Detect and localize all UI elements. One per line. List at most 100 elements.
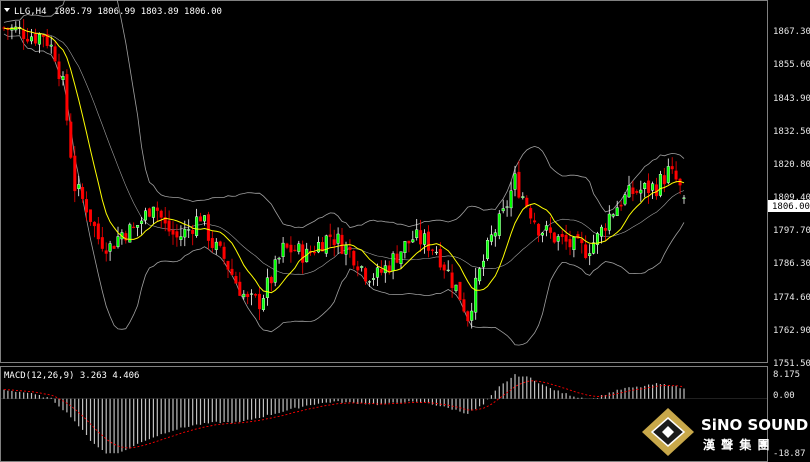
candle-body xyxy=(438,249,442,268)
candle-body xyxy=(206,214,210,241)
candle-body xyxy=(544,225,548,231)
candle-body xyxy=(69,121,73,158)
candle-body xyxy=(234,276,238,284)
candle-body xyxy=(517,171,521,198)
candle-body xyxy=(674,170,678,180)
candle-body xyxy=(541,232,545,236)
candle-body xyxy=(340,234,344,254)
candle-body xyxy=(627,185,631,198)
candle-body xyxy=(65,74,69,121)
price-tick: 1774.60 xyxy=(773,293,810,303)
candle-body xyxy=(167,220,171,232)
candle-body xyxy=(61,76,65,81)
candle-body xyxy=(53,46,57,62)
candle-body xyxy=(556,236,560,242)
candle-body xyxy=(112,245,116,249)
candle-body xyxy=(246,293,250,298)
candle-body xyxy=(301,244,305,263)
macd-label: MACD(12,26,9) 3.263 4.406 xyxy=(4,371,139,381)
candle-body xyxy=(116,236,120,248)
candle-body xyxy=(603,227,607,231)
candle-body xyxy=(454,284,458,291)
candle-body xyxy=(572,236,576,251)
candle-body xyxy=(332,239,336,246)
candle-body xyxy=(238,281,242,296)
candle-body xyxy=(37,34,41,45)
ohlc-values: 1805.79 1806.99 1803.89 1806.00 xyxy=(54,7,222,17)
candle-body xyxy=(391,253,395,272)
candle-body xyxy=(258,293,262,310)
candle-body xyxy=(525,197,529,207)
candle-body xyxy=(328,234,332,237)
candle-body xyxy=(285,243,289,248)
candle-body xyxy=(104,250,108,254)
candle-body xyxy=(446,269,450,272)
candle-body xyxy=(560,233,564,237)
candle-body xyxy=(434,251,438,254)
candle-body xyxy=(352,250,356,266)
candle-body xyxy=(497,213,501,236)
candle-body xyxy=(564,235,568,242)
candle-body xyxy=(360,266,364,268)
candle-body xyxy=(202,215,206,222)
candle-body xyxy=(430,249,434,251)
symbol-label: LLG,H4 xyxy=(14,7,47,17)
candle-body xyxy=(639,189,643,194)
candle-body xyxy=(348,246,352,250)
candle-body xyxy=(143,210,147,221)
candle-body xyxy=(403,241,407,254)
candle-body xyxy=(505,206,509,208)
candle-body xyxy=(501,208,505,212)
candle-body xyxy=(171,229,175,235)
candle-body xyxy=(411,239,415,243)
candle-body xyxy=(607,213,611,231)
candle-body xyxy=(666,166,670,183)
candle-body xyxy=(521,196,525,198)
candle-body xyxy=(372,278,376,280)
candle-body xyxy=(470,310,474,321)
candle-body xyxy=(265,277,269,298)
candle-body xyxy=(482,260,486,268)
price-chart[interactable]: LLG,H4 1805.79 1806.99 1803.89 1806.00 M… xyxy=(0,0,810,462)
candle-body xyxy=(269,277,273,284)
candle-body xyxy=(466,311,470,322)
current-price-label: 1806.00 xyxy=(772,202,810,212)
candle-body xyxy=(548,227,552,233)
price-tick: 1820.80 xyxy=(773,160,810,170)
candle-body xyxy=(415,229,419,238)
price-tick: 1751.50 xyxy=(773,359,810,369)
candle-body xyxy=(592,242,596,254)
candle-body xyxy=(226,261,230,270)
candle-body xyxy=(399,251,403,264)
candle-body xyxy=(92,221,96,227)
candle-body xyxy=(22,29,26,39)
candle-body xyxy=(179,236,183,240)
price-panel[interactable] xyxy=(0,0,768,363)
candle-body xyxy=(375,267,379,278)
candle-body xyxy=(509,190,513,209)
candle-body xyxy=(77,184,81,189)
candle-body xyxy=(615,207,619,217)
candle-body xyxy=(57,61,61,80)
candle-body xyxy=(191,229,195,234)
candle-body xyxy=(242,293,246,298)
candle-body xyxy=(147,208,151,217)
candle-body xyxy=(88,209,92,222)
candle-body xyxy=(175,231,179,238)
price-tick: 1867.30 xyxy=(773,27,810,37)
price-tick: 1843.90 xyxy=(773,94,810,104)
candle-body xyxy=(655,184,659,197)
candle-body xyxy=(159,210,163,218)
candle-body xyxy=(30,36,34,42)
candle-body xyxy=(395,253,399,263)
candle-body xyxy=(493,232,497,237)
candle-body xyxy=(529,208,533,219)
candle-body xyxy=(313,251,317,254)
macd-tick: -18.87 xyxy=(773,449,806,459)
candle-body xyxy=(108,243,112,252)
candle-body xyxy=(513,173,517,190)
candle-body xyxy=(580,239,584,244)
candle-body xyxy=(356,266,360,271)
candle-body xyxy=(151,206,155,218)
candle-body xyxy=(297,243,301,252)
